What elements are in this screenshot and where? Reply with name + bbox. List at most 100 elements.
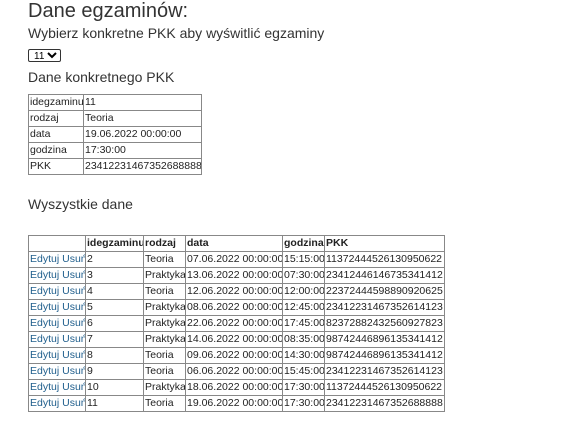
cell-data: 22.06.2022 00:00:00 <box>185 315 283 332</box>
edit-link[interactable]: Edytuj <box>30 333 59 345</box>
cell-pkk: 23412231467352614123 <box>324 299 445 316</box>
select-prompt: Wybierz konkretne PKK aby wyświtlić egza… <box>28 25 325 41</box>
column-header: data <box>185 235 283 252</box>
table-row: Edytuj Usuń 2 Teoria 07.06.2022 00:00:00 15:… <box>28 251 445 268</box>
column-header <box>28 235 86 252</box>
delete-link[interactable]: Usuń <box>62 381 84 393</box>
cell-data: 12.06.2022 00:00:00 <box>185 283 283 300</box>
table-row: Edytuj Usuń 9 Teoria 06.06.2022 00:00:00 15:… <box>28 363 445 380</box>
details-value: 17:30:00 <box>83 142 202 159</box>
details-heading: Dane konkretnego PKK <box>28 69 175 85</box>
cell-godzina: 08:35:00 <box>282 331 325 348</box>
actions-cell: Edytuj Usuń <box>28 395 86 412</box>
cell-data: 08.06.2022 00:00:00 <box>185 299 283 316</box>
cell-rodzaj: Praktyka <box>143 299 186 316</box>
details-value: 11 <box>83 94 202 111</box>
cell-id: 9 <box>85 363 144 380</box>
table-row: Edytuj Usuń 8 Teoria 09.06.2022 00:00:00 14:… <box>28 347 445 364</box>
delete-link[interactable]: Usuń <box>62 333 84 345</box>
cell-godzina: 12:00:00 <box>282 283 325 300</box>
details-value: Teoria <box>83 110 202 127</box>
cell-pkk: 23412231467352688888 <box>324 395 445 412</box>
table-header-row: idegzaminu rodzaj data godzina PKK <box>28 235 445 252</box>
delete-link[interactable]: Usuń <box>62 285 84 297</box>
details-row: godzina 17:30:00 <box>28 142 202 159</box>
cell-data: 07.06.2022 00:00:00 <box>185 251 283 268</box>
cell-pkk: 82372882432560927823 <box>324 315 445 332</box>
all-exams-table: idegzaminu rodzaj data godzina PKK Edytuj Us… <box>28 235 445 412</box>
column-header: PKK <box>324 235 445 252</box>
cell-id: 5 <box>85 299 144 316</box>
column-header: idegzaminu <box>85 235 144 252</box>
cell-pkk: 23412446146735341412 <box>324 267 445 284</box>
delete-link[interactable]: Usuń <box>62 349 84 361</box>
actions-cell: Edytuj Usuń <box>28 251 86 268</box>
cell-id: 10 <box>85 379 144 396</box>
edit-link[interactable]: Edytuj <box>30 381 59 393</box>
delete-link[interactable]: Usuń <box>62 253 84 265</box>
actions-cell: Edytuj Usuń <box>28 331 86 348</box>
cell-pkk: 22372444598890920625 <box>324 283 445 300</box>
table-row: Edytuj Usuń 6 Praktyka 22.06.2022 00:00:00 1… <box>28 315 445 332</box>
cell-data: 13.06.2022 00:00:00 <box>185 267 283 284</box>
cell-rodzaj: Teoria <box>143 395 186 412</box>
cell-godzina: 12:45:00 <box>282 299 325 316</box>
cell-rodzaj: Teoria <box>143 283 186 300</box>
cell-pkk: 11372444526130950622 <box>324 379 445 396</box>
details-key: godzina <box>28 142 84 159</box>
pkk-select[interactable]: 11 <box>28 49 61 62</box>
actions-cell: Edytuj Usuń <box>28 363 86 380</box>
cell-id: 8 <box>85 347 144 364</box>
edit-link[interactable]: Edytuj <box>30 349 59 361</box>
edit-link[interactable]: Edytuj <box>30 365 59 377</box>
details-value: 19.06.2022 00:00:00 <box>83 126 202 143</box>
cell-rodzaj: Teoria <box>143 347 186 364</box>
cell-id: 6 <box>85 315 144 332</box>
cell-data: 19.06.2022 00:00:00 <box>185 395 283 412</box>
cell-godzina: 15:15:00 <box>282 251 325 268</box>
delete-link[interactable]: Usuń <box>62 269 84 281</box>
table-row: Edytuj Usuń 5 Praktyka 08.06.2022 00:00:00 1… <box>28 299 445 316</box>
table-row: Edytuj Usuń 10 Praktyka 18.06.2022 00:00:00… <box>28 379 445 396</box>
cell-pkk: 98742446896135341412 <box>324 347 445 364</box>
table-row: Edytuj Usuń 11 Teoria 19.06.2022 00:00:00 17… <box>28 395 445 412</box>
table-row: Edytuj Usuń 4 Teoria 12.06.2022 00:00:00 12:… <box>28 283 445 300</box>
edit-link[interactable]: Edytuj <box>30 253 59 265</box>
details-key: rodzaj <box>28 110 84 127</box>
cell-godzina: 17:30:00 <box>282 395 325 412</box>
cell-id: 3 <box>85 267 144 284</box>
cell-id: 7 <box>85 331 144 348</box>
edit-link[interactable]: Edytuj <box>30 397 59 409</box>
cell-rodzaj: Praktyka <box>143 315 186 332</box>
delete-link[interactable]: Usuń <box>62 365 84 377</box>
edit-link[interactable]: Edytuj <box>30 269 59 281</box>
cell-id: 2 <box>85 251 144 268</box>
cell-rodzaj: Praktyka <box>143 379 186 396</box>
details-row: rodzaj Teoria <box>28 110 202 127</box>
cell-data: 09.06.2022 00:00:00 <box>185 347 283 364</box>
cell-rodzaj: Praktyka <box>143 331 186 348</box>
actions-cell: Edytuj Usuń <box>28 379 86 396</box>
cell-rodzaj: Praktyka <box>143 267 186 284</box>
delete-link[interactable]: Usuń <box>62 317 84 329</box>
details-key: idegzaminu <box>28 94 84 111</box>
edit-link[interactable]: Edytuj <box>30 301 59 313</box>
all-data-heading: Wyszystkie dane <box>28 196 133 212</box>
table-row: Edytuj Usuń 3 Praktyka 13.06.2022 00:00:00 0… <box>28 267 445 284</box>
edit-link[interactable]: Edytuj <box>30 285 59 297</box>
cell-godzina: 15:45:00 <box>282 363 325 380</box>
cell-pkk: 11372444526130950622 <box>324 251 445 268</box>
actions-cell: Edytuj Usuń <box>28 283 86 300</box>
details-key: data <box>28 126 84 143</box>
details-table: idegzaminu 11 rodzaj Teoria data 19.06.2022 0… <box>28 94 202 175</box>
delete-link[interactable]: Usuń <box>62 397 84 409</box>
cell-godzina: 17:30:00 <box>282 379 325 396</box>
actions-cell: Edytuj Usuń <box>28 299 86 316</box>
actions-cell: Edytuj Usuń <box>28 315 86 332</box>
edit-link[interactable]: Edytuj <box>30 317 59 329</box>
column-header: rodzaj <box>143 235 186 252</box>
delete-link[interactable]: Usuń <box>62 301 84 313</box>
cell-godzina: 14:30:00 <box>282 347 325 364</box>
table-row: Edytuj Usuń 7 Praktyka 14.06.2022 00:00:00 0… <box>28 331 445 348</box>
cell-id: 4 <box>85 283 144 300</box>
